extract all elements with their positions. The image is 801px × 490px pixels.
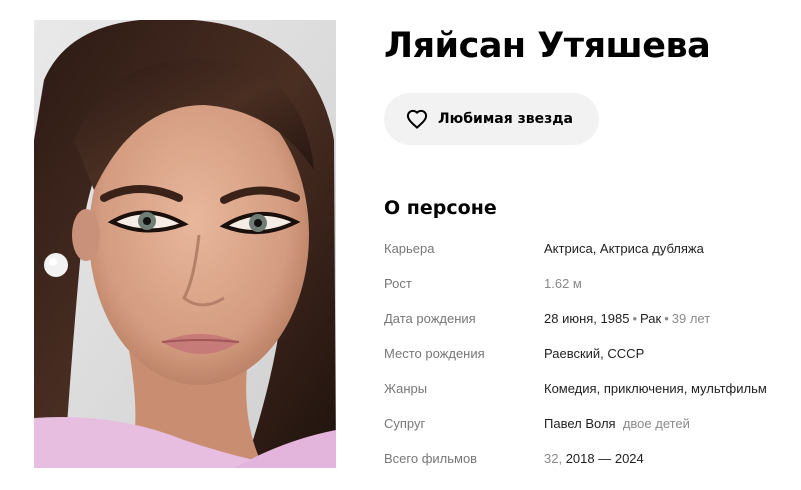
genre-separator-1: , <box>596 381 604 396</box>
genre-separator-2: , <box>683 381 691 396</box>
fact-label-genres: Жанры <box>384 381 428 396</box>
favorite-star-label: Любимая звезда <box>438 111 573 127</box>
genre-link-cartoon[interactable]: мультфильм <box>691 381 767 396</box>
fact-label-height: Рост <box>384 276 412 291</box>
fact-value-spouse: Павел Воля двое детей <box>544 416 690 431</box>
birth-date-dot-1: • <box>632 311 638 326</box>
birth-country-link[interactable]: СССР <box>607 346 644 361</box>
zodiac-sign-link[interactable]: Рак <box>640 311 661 326</box>
fact-row-birth-date: Дата рождения 28 июня, 1985 • Рак • 39 лет <box>384 301 794 336</box>
spouse-link[interactable]: Павел Воля <box>544 416 616 431</box>
films-count: 32 <box>544 451 559 466</box>
person-facts-list: Карьера Актриса, Актриса дубляжа Рост 1.… <box>384 231 794 476</box>
person-name: Ляйсан Утяшева <box>384 26 711 66</box>
person-info: Ляйсан Утяшева Любимая звезда О персоне … <box>384 20 794 466</box>
genre-link-comedy[interactable]: Комедия <box>544 381 597 396</box>
birth-date-link[interactable]: 28 июня, 1985 <box>544 311 629 326</box>
films-separator: , <box>558 451 566 466</box>
fact-value-total-films: 32, 2018 — 2024 <box>544 451 644 466</box>
fact-label-total-films: Всего фильмов <box>384 451 478 466</box>
spouse-note: двое детей <box>622 416 690 431</box>
fact-value-birth-date: 28 июня, 1985 • Рак • 39 лет <box>544 311 710 326</box>
birth-date-dot-2: • <box>664 311 669 326</box>
fact-value-height: 1.62 м <box>544 276 582 291</box>
fact-value-genres: Комедия, приключения, мультфильм <box>544 381 767 396</box>
fact-label-birth-date: Дата рождения <box>384 311 476 326</box>
fact-row-genres: Жанры Комедия, приключения, мультфильм <box>384 371 794 406</box>
fact-value-career: Актриса, Актриса дубляжа <box>544 241 704 256</box>
fact-label-spouse: Супруг <box>384 416 426 431</box>
fact-value-birth-place: Раевский, СССР <box>544 346 644 361</box>
career-link-actress[interactable]: Актриса <box>544 241 593 256</box>
age-text: 39 лет <box>671 311 711 326</box>
fact-row-height: Рост 1.62 м <box>384 266 794 301</box>
birth-city-link[interactable]: Раевский <box>544 346 600 361</box>
fact-row-career: Карьера Актриса, Актриса дубляжа <box>384 231 794 266</box>
career-separator: , <box>592 241 600 256</box>
career-link-dubbing[interactable]: Актриса дубляжа <box>600 241 704 256</box>
about-section-title: О персоне <box>384 197 497 219</box>
fact-row-spouse: Супруг Павел Воля двое детей <box>384 406 794 441</box>
films-year-range: 2018 — 2024 <box>565 451 644 466</box>
genre-link-adventure[interactable]: приключения <box>604 381 684 396</box>
fact-row-total-films: Всего фильмов 32, 2018 — 2024 <box>384 441 794 476</box>
fact-label-birth-place: Место рождения <box>384 346 485 361</box>
person-photo <box>34 20 336 468</box>
fact-label-career: Карьера <box>384 241 435 256</box>
heart-icon <box>406 109 428 129</box>
favorite-star-button[interactable]: Любимая звезда <box>384 93 599 145</box>
fact-row-birth-place: Место рождения Раевский, СССР <box>384 336 794 371</box>
